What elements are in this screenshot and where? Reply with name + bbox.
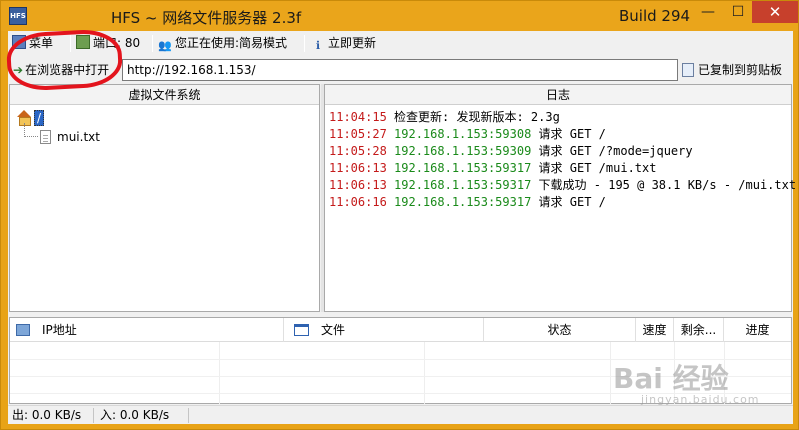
baidu-watermark-url: jingyan.baidu.com [641, 393, 760, 406]
toolbar: 菜单 端口: 80 👥 您正在使用:简易模式 ℹ 立即更新 [8, 31, 793, 56]
log-message: 请求 GET /mui.txt [538, 161, 657, 175]
log-ip: 192.168.1.153:59317 [394, 161, 532, 175]
log-time: 11:06:16 [329, 195, 387, 209]
baidu-watermark: Bai 经验 [613, 362, 729, 395]
computers-icon [16, 324, 30, 336]
column-remaining[interactable]: 剩余... [674, 318, 724, 342]
connections-header: IP地址 文件 状态 速度 剩余... 进度 [10, 318, 791, 342]
users-icon: 👥 [158, 39, 172, 52]
log-time: 11:05:27 [329, 127, 387, 141]
log-ip: 192.168.1.153:59317 [394, 178, 532, 192]
log-panel[interactable]: 日志 11:04:15 检查更新: 发现新版本: 2.3g 11:05:27 1… [324, 84, 796, 312]
log-message: 请求 GET / [538, 127, 606, 141]
url-field[interactable] [122, 59, 678, 81]
outgoing-speed: 出: 0.0 KB/s [12, 408, 82, 422]
log-header: 日志 [325, 85, 791, 105]
url-bar: ➔在浏览器中打开 已复制到剪贴板 [8, 56, 793, 84]
toolbar-separator [152, 35, 153, 52]
column-file[interactable]: 文件 [284, 318, 484, 342]
column-status[interactable]: 状态 [484, 318, 636, 342]
close-button[interactable]: ✕ [752, 1, 798, 23]
grid-line [219, 342, 220, 404]
log-line: 11:05:27 192.168.1.153:59308 请求 GET / [329, 126, 796, 143]
log-time: 11:04:15 [329, 110, 387, 124]
tree-connector [24, 136, 38, 137]
grid-line [424, 342, 425, 404]
hfs-app-icon[interactable]: HFS [9, 7, 27, 25]
status-bar: 出: 0.0 KB/s 入: 0.0 KB/s [8, 405, 793, 424]
title-bar[interactable]: HFS HFS ~ 网络文件服务器 2.3f Build 294 — ☐ ✕ [1, 1, 798, 31]
tree-file-item[interactable]: mui.txt [40, 128, 100, 147]
update-button[interactable]: ℹ 立即更新 [311, 33, 376, 54]
red-annotation-circle [5, 28, 124, 92]
log-line: 11:06:16 192.168.1.153:59317 请求 GET / [329, 194, 796, 211]
log-line: 11:06:13 192.168.1.153:59317 下载成功 - 195 … [329, 177, 796, 194]
log-line: 11:05:28 192.168.1.153:59309 请求 GET /?mo… [329, 143, 796, 160]
log-ip: 192.168.1.153:59309 [394, 144, 532, 158]
copy-status-label: 已复制到剪贴板 [698, 63, 783, 77]
incoming-speed: 入: 0.0 KB/s [100, 408, 170, 422]
tree-connector [24, 123, 25, 137]
status-separator [93, 408, 94, 423]
minimize-button[interactable]: — [693, 1, 723, 23]
tree-root-label[interactable]: / [34, 110, 45, 126]
log-line: 11:06:13 192.168.1.153:59317 请求 GET /mui… [329, 160, 796, 177]
virtual-file-system-panel[interactable]: 虚拟文件系统 / mui.txt [9, 84, 320, 312]
log-message: 下载成功 - 195 @ 38.1 KB/s - /mui.txt [538, 178, 797, 192]
tree-root[interactable]: / [16, 109, 100, 128]
window-icon [294, 324, 309, 336]
clipboard-icon [682, 63, 694, 77]
maximize-button[interactable]: ☐ [723, 1, 753, 23]
column-file-label: 文件 [321, 323, 346, 337]
toolbar-separator [304, 35, 305, 52]
file-name: mui.txt [57, 130, 100, 144]
log-time: 11:05:28 [329, 144, 387, 158]
text-file-icon [40, 130, 51, 144]
log-line: 11:04:15 检查更新: 发现新版本: 2.3g [329, 109, 796, 126]
status-separator [188, 408, 189, 423]
log-lines: 11:04:15 检查更新: 发现新版本: 2.3g 11:05:27 192.… [329, 109, 796, 211]
log-message: 请求 GET / [538, 195, 606, 209]
log-message: 检查更新: 发现新版本: 2.3g [394, 110, 560, 124]
column-speed[interactable]: 速度 [636, 318, 674, 342]
window-title: HFS ~ 网络文件服务器 2.3f [111, 9, 302, 27]
column-ip-label: IP地址 [42, 323, 77, 337]
column-ip[interactable]: IP地址 [10, 318, 284, 342]
log-time: 11:06:13 [329, 161, 387, 175]
file-tree[interactable]: / mui.txt [16, 109, 100, 147]
update-label: 立即更新 [328, 36, 377, 50]
mode-button[interactable]: 👥 您正在使用:简易模式 [158, 33, 287, 54]
log-ip: 192.168.1.153:59308 [394, 127, 532, 141]
hfs-window: HFS HFS ~ 网络文件服务器 2.3f Build 294 — ☐ ✕ 菜… [0, 0, 799, 430]
mode-label: 您正在使用:简易模式 [175, 36, 288, 50]
copy-to-clipboard-button[interactable]: 已复制到剪贴板 [682, 59, 782, 81]
log-time: 11:06:13 [329, 178, 387, 192]
build-number: Build 294 [619, 7, 691, 25]
log-message: 请求 GET /?mode=jquery [538, 144, 693, 158]
info-icon: ℹ [315, 39, 321, 52]
column-progress[interactable]: 进度 [724, 318, 791, 342]
grid-line [610, 342, 611, 404]
log-ip: 192.168.1.153:59317 [394, 195, 532, 209]
